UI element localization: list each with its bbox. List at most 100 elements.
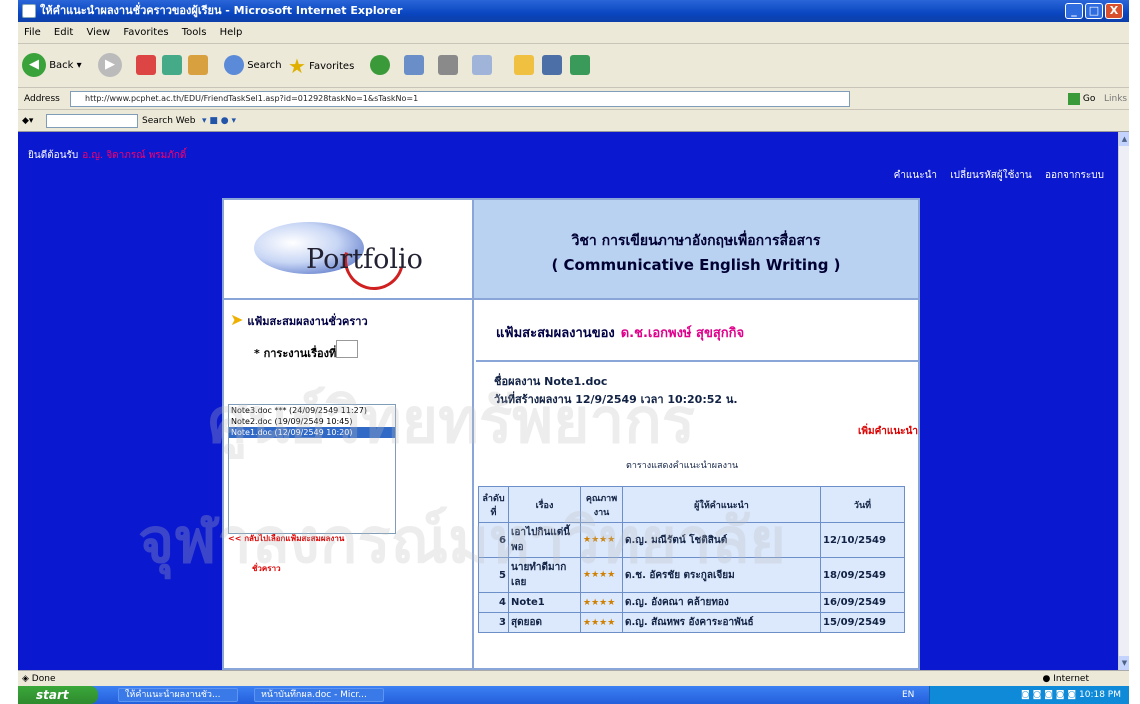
right-column: แฟ้มสะสมผลงานของ ด.ช.เอกพงษ์ สุขสุกกิจ ชื… bbox=[476, 300, 918, 670]
file-listbox[interactable]: Note3.doc *** (24/09/2549 11:27) Note2.d… bbox=[228, 404, 396, 534]
menu-edit[interactable]: Edit bbox=[54, 27, 73, 38]
close-button[interactable]: X bbox=[1105, 3, 1123, 19]
left-heading: ➤ แฟ้มสะสมผลงานชั่วคราว bbox=[230, 310, 368, 330]
scroll-down-icon[interactable]: ▼ bbox=[1119, 656, 1129, 670]
nav-help[interactable]: คำแนะนำ bbox=[894, 170, 937, 181]
start-button[interactable]: start bbox=[18, 686, 98, 704]
search-button[interactable]: Search bbox=[224, 52, 282, 80]
comments-table: ลำดับที่ เรื่อง คุณภาพงาน ผู้ให้คำแนะนำ … bbox=[478, 486, 905, 633]
research-button[interactable] bbox=[542, 52, 562, 80]
go-label: Go bbox=[1082, 94, 1096, 104]
row-date: 12/10/2549 bbox=[820, 522, 905, 558]
row-stars: ★★★★ bbox=[580, 522, 623, 558]
row-advisor: ด.ช. อัครชัย ตระกูลเจียม bbox=[622, 557, 821, 593]
refresh-button[interactable] bbox=[162, 52, 182, 80]
folder-icon bbox=[514, 55, 534, 75]
go-arrow-icon bbox=[1068, 92, 1080, 105]
row-stars: ★★★★ bbox=[580, 557, 623, 593]
edit-button[interactable] bbox=[472, 52, 492, 80]
list-item-selected[interactable]: Note1.doc (12/09/2549 10:20) bbox=[229, 427, 395, 438]
row-date: 18/09/2549 bbox=[820, 557, 905, 593]
search-web-input[interactable] bbox=[46, 114, 138, 128]
back-link-continued[interactable]: ชั่วคราว bbox=[252, 562, 281, 575]
row-advisor: ด.ญ. มณีรัตน์ โชติสินต์ bbox=[622, 522, 821, 558]
col-date: วันที่ bbox=[820, 486, 905, 523]
menu-file[interactable]: File bbox=[24, 27, 41, 38]
row-subject[interactable]: สุดยอด bbox=[508, 612, 581, 633]
row-subject[interactable]: นายทำดีมากเลย bbox=[508, 557, 581, 593]
taskbar-item-ie[interactable]: ให้คำแนะนำผลงานชั่ว... bbox=[118, 688, 238, 702]
row-stars: ★★★★ bbox=[580, 612, 623, 633]
search-label: Search bbox=[247, 60, 282, 71]
welcome-text: ยินดีต้อนรับ อ.ญ. จิดาภรณ์ พรมภักดิ์ bbox=[28, 148, 186, 163]
links-label[interactable]: Links bbox=[1104, 88, 1127, 110]
system-tray: EN ◙ ◙ ◙ ◙ ◙ 10:18 PM bbox=[902, 686, 1129, 704]
table-row: 3 สุดยอด ★★★★ ด.ญ. สัณหพร อังคาระอาพันธ์… bbox=[478, 612, 905, 633]
print-button[interactable] bbox=[438, 52, 458, 80]
col-advisor: ผู้ให้คำแนะนำ bbox=[622, 486, 821, 523]
history-button[interactable] bbox=[370, 52, 390, 80]
toolbar-options-icon[interactable]: ▾ ■ ● ▾ bbox=[202, 110, 236, 132]
welcome-label: ยินดีต้อนรับ bbox=[28, 150, 79, 161]
history-icon bbox=[370, 55, 390, 75]
list-item[interactable]: Note3.doc *** (24/09/2549 11:27) bbox=[229, 405, 395, 416]
search-icon bbox=[224, 55, 244, 75]
vertical-scrollbar[interactable]: ▲ ▼ bbox=[1118, 132, 1129, 670]
page-body: Portfolio วิชา การเขียนภาษาอังกฤษเพื่อกา… bbox=[18, 198, 1118, 670]
row-no: 3 bbox=[478, 612, 509, 633]
star-icon: ★ bbox=[288, 54, 306, 78]
folder-button[interactable] bbox=[514, 52, 534, 80]
search-toolbar: ◆▾ Search Web ▾ ■ ● ▾ bbox=[18, 110, 1129, 132]
table-caption: ตารางแสดงคำแนะนำผลงาน bbox=[626, 461, 739, 471]
taskbar-item-word[interactable]: หน้าบันทึกผล.doc - Micr... bbox=[254, 688, 384, 702]
home-button[interactable] bbox=[188, 52, 208, 80]
menu-tools[interactable]: Tools bbox=[182, 27, 207, 38]
language-indicator[interactable]: EN bbox=[902, 686, 914, 704]
search-web-button[interactable]: Search Web bbox=[142, 110, 195, 132]
top-nav: คำแนะนำ เปลี่ยนรหัสผู้ใช้งาน ออกจากระบบ bbox=[884, 168, 1104, 183]
research-icon bbox=[542, 55, 562, 75]
course-title-box: วิชา การเขียนภาษาอังกฤษเพื่อการสื่อสาร (… bbox=[474, 200, 918, 300]
nav-logout[interactable]: ออกจากระบบ bbox=[1045, 170, 1104, 181]
messenger-button[interactable] bbox=[570, 52, 590, 80]
user-name: อ.ญ. จิดาภรณ์ พรมภักดิ์ bbox=[82, 150, 187, 161]
menu-view[interactable]: View bbox=[86, 27, 110, 38]
favorites-button[interactable]: ★ Favorites bbox=[288, 52, 354, 80]
menu-help[interactable]: Help bbox=[220, 27, 243, 38]
row-subject[interactable]: เอาไปกินแต่นี้พอ bbox=[508, 522, 581, 558]
nav-change-password[interactable]: เปลี่ยนรหัสผู้ใช้งาน bbox=[950, 170, 1032, 181]
minimize-button[interactable]: _ bbox=[1065, 3, 1083, 19]
stop-button[interactable] bbox=[136, 52, 156, 80]
row-no: 5 bbox=[478, 557, 509, 593]
clock: 10:18 PM bbox=[1079, 690, 1121, 700]
page-done-icon: ◈ bbox=[22, 674, 29, 684]
table-row: 5 นายทำดีมากเลย ★★★★ ด.ช. อัครชัย ตระกูล… bbox=[478, 557, 905, 593]
go-button[interactable]: Go bbox=[1068, 88, 1095, 110]
window-title: ให้คำแนะนำผลงานชั่วคราวของผู้เรียน - Mic… bbox=[40, 4, 403, 17]
page-viewport: ยินดีต้อนรับ อ.ญ. จิดาภรณ์ พรมภักดิ์ คำแน… bbox=[18, 132, 1118, 670]
file-info: ชื่อผลงาน Note1.doc วันที่สร้างผลงาน 12/… bbox=[494, 372, 738, 408]
row-subject[interactable]: Note1 bbox=[508, 592, 581, 613]
left-heading-text: แฟ้มสะสมผลงานชั่วคราว bbox=[247, 315, 368, 328]
start-label: start bbox=[36, 688, 69, 702]
task-label: * การะงานเรื่องที่ bbox=[254, 347, 337, 360]
forward-button[interactable]: ▶ bbox=[98, 52, 122, 80]
favorites-label: Favorites bbox=[309, 61, 355, 72]
toolbar-logo-icon: ◆▾ bbox=[22, 116, 34, 126]
page-header: ยินดีต้อนรับ อ.ญ. จิดาภรณ์ พรมภักดิ์ คำแน… bbox=[18, 132, 1118, 198]
list-item[interactable]: Note2.doc (19/09/2549 10:45) bbox=[229, 416, 395, 427]
back-link[interactable]: << กลับไปเลือกแฟ้มสะสมผลงาน bbox=[228, 532, 344, 545]
address-input[interactable]: http://www.pcphet.ac.th/EDU/FriendTaskSe… bbox=[70, 91, 850, 107]
edit-icon bbox=[472, 55, 492, 75]
mail-button[interactable] bbox=[404, 52, 424, 80]
forward-arrow-icon: ▶ bbox=[98, 53, 122, 77]
add-comment-link[interactable]: เพิ่มคำแนะนำ bbox=[858, 424, 918, 439]
portfolio-heading: แฟ้มสะสมผลงานของ ด.ช.เอกพงษ์ สุขสุกกิจ bbox=[476, 300, 918, 362]
menu-favorites[interactable]: Favorites bbox=[123, 27, 168, 38]
zone-text: ● Internet bbox=[1043, 671, 1089, 687]
logo-box: Portfolio bbox=[224, 200, 474, 301]
task-number-input[interactable] bbox=[336, 340, 358, 358]
scroll-up-icon[interactable]: ▲ bbox=[1119, 132, 1129, 146]
maximize-button[interactable]: □ bbox=[1085, 3, 1103, 19]
back-button[interactable]: ◀ Back ▾ bbox=[22, 52, 82, 80]
